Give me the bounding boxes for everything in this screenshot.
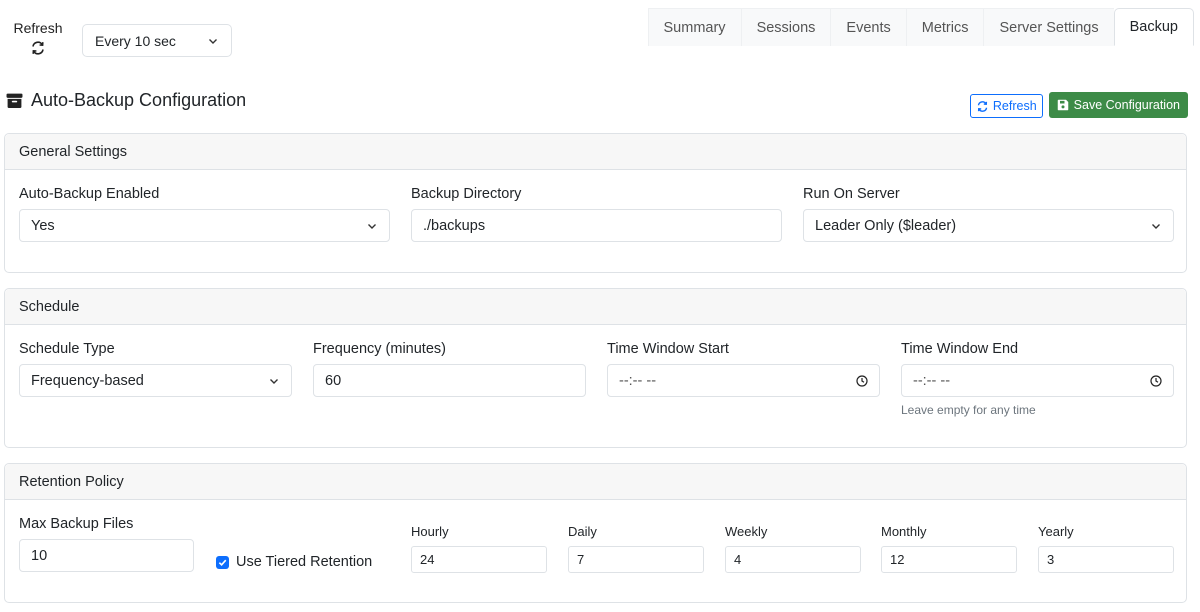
refresh-interval-value: Every 10 sec bbox=[95, 32, 176, 49]
daily-value: 7 bbox=[577, 552, 585, 567]
refresh-config-label: Refresh bbox=[992, 99, 1037, 113]
time-window-end-help: Leave empty for any time bbox=[901, 403, 1036, 417]
weekly-input[interactable]: 4 bbox=[725, 546, 861, 573]
hourly-field: Hourly 24 bbox=[411, 524, 547, 573]
schedule-header: Schedule bbox=[5, 289, 1186, 325]
run-on-server-label: Run On Server bbox=[803, 186, 900, 202]
save-icon bbox=[1057, 99, 1068, 111]
tiered-retention-label: Use Tiered Retention bbox=[236, 554, 373, 570]
schedule-type-select[interactable]: Frequency-based bbox=[19, 364, 292, 397]
max-backup-files-field: Max Backup Files 10 bbox=[19, 516, 194, 572]
time-window-start-input[interactable]: --:-- -- bbox=[607, 364, 880, 397]
save-configuration-button[interactable]: Save Configuration bbox=[1048, 92, 1188, 118]
retention-policy-card: Retention Policy Max Backup Files 10 Use… bbox=[4, 463, 1187, 603]
hourly-value: 24 bbox=[420, 552, 435, 567]
schedule-type-field: Schedule Type Frequency-based bbox=[19, 341, 292, 397]
general-settings-card: General Settings Auto-Backup Enabled Yes… bbox=[4, 133, 1187, 273]
yearly-field: Yearly 3 bbox=[1038, 524, 1174, 573]
retention-policy-header: Retention Policy bbox=[5, 464, 1186, 500]
monthly-value: 12 bbox=[890, 552, 905, 567]
tab-events[interactable]: Events bbox=[830, 8, 906, 46]
refresh-icon bbox=[977, 100, 988, 112]
auto-backup-enabled-value: Yes bbox=[31, 217, 55, 234]
save-configuration-label: Save Configuration bbox=[1073, 98, 1180, 112]
max-backup-files-value: 10 bbox=[31, 547, 48, 564]
run-on-server-field: Run On Server Leader Only ($leader) bbox=[803, 186, 1174, 242]
tab-summary[interactable]: Summary bbox=[647, 8, 741, 46]
yearly-label: Yearly bbox=[1038, 524, 1074, 539]
auto-backup-enabled-field: Auto-Backup Enabled Yes bbox=[19, 186, 390, 242]
tab-metrics[interactable]: Metrics bbox=[905, 8, 984, 46]
backup-directory-value: ./backups bbox=[423, 217, 486, 234]
time-window-start-label: Time Window Start bbox=[607, 341, 729, 357]
chevron-down-icon bbox=[209, 38, 217, 44]
header-actions: Refresh Save Configuration bbox=[969, 92, 1188, 118]
weekly-field: Weekly 4 bbox=[725, 524, 861, 573]
refresh-config-button[interactable]: Refresh bbox=[969, 94, 1043, 118]
tab-backup[interactable]: Backup bbox=[1113, 8, 1194, 46]
tiered-retention-toggle[interactable]: Use Tiered Retention bbox=[216, 554, 372, 570]
auto-backup-enabled-select[interactable]: Yes bbox=[19, 209, 390, 242]
schedule-type-value: Frequency-based bbox=[31, 372, 144, 389]
frequency-input[interactable]: 60 bbox=[313, 364, 586, 397]
clock-icon[interactable] bbox=[856, 374, 868, 387]
refresh-interval-select[interactable]: Every 10 sec bbox=[82, 24, 232, 57]
refresh-label: Refresh bbox=[13, 20, 63, 36]
max-backup-files-label: Max Backup Files bbox=[19, 516, 134, 532]
run-on-server-select[interactable]: Leader Only ($leader) bbox=[803, 209, 1174, 242]
nav-tabs: Summary Sessions Events Metrics Server S… bbox=[647, 8, 1194, 46]
schedule-card: Schedule Schedule Type Frequency-based F… bbox=[4, 288, 1187, 448]
frequency-label: Frequency (minutes) bbox=[313, 341, 446, 357]
time-window-end-field: Time Window End --:-- -- Leave empty for… bbox=[901, 341, 1174, 417]
tiered-retention-checkbox[interactable] bbox=[216, 555, 229, 569]
backup-directory-input[interactable]: ./backups bbox=[411, 209, 782, 242]
auto-refresh-control[interactable]: Refresh bbox=[8, 20, 68, 59]
monthly-input[interactable]: 12 bbox=[881, 546, 1017, 573]
refresh-icon[interactable] bbox=[30, 40, 46, 56]
auto-backup-enabled-label: Auto-Backup Enabled bbox=[19, 186, 160, 202]
time-window-end-label: Time Window End bbox=[901, 341, 1019, 357]
frequency-value: 60 bbox=[325, 372, 342, 389]
hourly-label: Hourly bbox=[411, 524, 449, 539]
chevron-down-icon bbox=[270, 378, 278, 384]
yearly-value: 3 bbox=[1047, 552, 1055, 567]
daily-label: Daily bbox=[568, 524, 597, 539]
time-window-start-field: Time Window Start --:-- -- bbox=[607, 341, 880, 397]
archive-icon bbox=[6, 93, 23, 108]
time-window-end-input[interactable]: --:-- -- bbox=[901, 364, 1174, 397]
weekly-label: Weekly bbox=[725, 524, 768, 539]
hourly-input[interactable]: 24 bbox=[411, 546, 547, 573]
tab-sessions[interactable]: Sessions bbox=[740, 8, 831, 46]
yearly-input[interactable]: 3 bbox=[1038, 546, 1174, 573]
page-title: Auto-Backup Configuration bbox=[6, 90, 246, 111]
run-on-server-value: Leader Only ($leader) bbox=[815, 217, 957, 234]
page-title-text: Auto-Backup Configuration bbox=[31, 90, 247, 110]
tab-server-settings[interactable]: Server Settings bbox=[983, 8, 1114, 46]
schedule-type-label: Schedule Type bbox=[19, 341, 115, 357]
max-backup-files-input[interactable]: 10 bbox=[19, 539, 194, 572]
time-window-start-value: --:-- -- bbox=[619, 372, 657, 389]
daily-input[interactable]: 7 bbox=[568, 546, 704, 573]
chevron-down-icon bbox=[1152, 223, 1160, 229]
monthly-field: Monthly 12 bbox=[881, 524, 1017, 573]
general-settings-header: General Settings bbox=[5, 134, 1186, 170]
check-icon bbox=[218, 559, 227, 566]
backup-directory-label: Backup Directory bbox=[411, 186, 522, 202]
clock-icon[interactable] bbox=[1150, 374, 1162, 387]
weekly-value: 4 bbox=[734, 552, 742, 567]
monthly-label: Monthly bbox=[881, 524, 927, 539]
chevron-down-icon bbox=[368, 223, 376, 229]
frequency-field: Frequency (minutes) 60 bbox=[313, 341, 586, 397]
daily-field: Daily 7 bbox=[568, 524, 704, 573]
time-window-end-value: --:-- -- bbox=[913, 372, 951, 389]
backup-directory-field: Backup Directory ./backups bbox=[411, 186, 782, 242]
